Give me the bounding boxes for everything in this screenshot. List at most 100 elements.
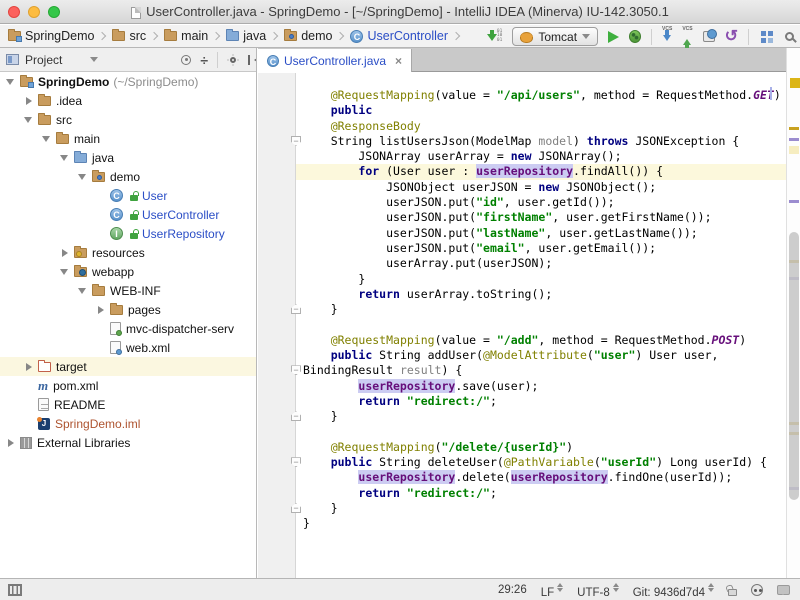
code-line[interactable]: userJSON.put("lastName", user.getLastNam… (303, 226, 781, 241)
breadcrumb-item[interactable]: CUserController (350, 29, 448, 43)
code-line[interactable]: } (303, 302, 781, 317)
tree-row[interactable]: SpringDemo (~/SpringDemo) (0, 72, 256, 91)
error-stripe[interactable] (786, 48, 800, 578)
code-line[interactable]: return "redirect:/"; (303, 394, 781, 409)
code-line[interactable]: BindingResult result) { (303, 363, 781, 378)
unlock-icon[interactable] (728, 589, 737, 596)
expand-arrow-icon[interactable] (26, 97, 36, 105)
code-line[interactable]: } (303, 272, 781, 287)
tool-window-toggle-icon[interactable] (8, 584, 22, 596)
code-line[interactable]: userJSON.put("firstName", user.getFirstN… (303, 210, 781, 225)
expand-arrow-icon[interactable] (78, 174, 86, 184)
gear-icon[interactable] (230, 57, 236, 63)
tree-row[interactable]: web.xml (0, 338, 256, 357)
update-application-icon[interactable]: 01 10 01 (487, 28, 502, 46)
breadcrumb-item[interactable]: src (112, 29, 146, 43)
git-branch-widget[interactable]: Git: 9436d7d4 (633, 580, 714, 599)
expand-arrow-icon[interactable] (6, 79, 14, 89)
code-line[interactable]: String listUsersJson(ModelMap model) thr… (303, 134, 781, 149)
code-line[interactable]: userRepository.delete(userRepository.fin… (303, 470, 781, 485)
tree-row[interactable]: target (0, 357, 256, 376)
breadcrumb-item[interactable]: main (164, 29, 208, 43)
code-line[interactable]: } (303, 409, 781, 424)
tree-row[interactable]: CUser (0, 186, 256, 205)
identifier-mark-icon[interactable] (789, 138, 799, 141)
close-tab-icon[interactable]: × (395, 54, 402, 68)
tree-row[interactable]: mvc-dispatcher-serv (0, 319, 256, 338)
breadcrumb-item[interactable]: demo (284, 29, 332, 43)
project-structure-icon[interactable] (761, 31, 766, 36)
code-line[interactable]: @RequestMapping("/delete/{userId}") (303, 440, 781, 455)
tree-row[interactable]: pages (0, 300, 256, 319)
code-line[interactable]: public String deleteUser(@PathVariable("… (303, 455, 781, 470)
expand-arrow-icon[interactable] (98, 306, 108, 314)
expand-arrow-icon[interactable] (60, 155, 68, 165)
code-line[interactable]: JSONArray userArray = new JSONArray(); (303, 149, 781, 164)
code-line[interactable]: userJSON.put("email", user.getEmail()); (303, 241, 781, 256)
rollback-icon[interactable]: ↺ (725, 29, 738, 45)
expand-arrow-icon[interactable] (78, 288, 86, 298)
tree-row[interactable]: External Libraries (0, 433, 256, 452)
code-line[interactable]: return userArray.toString(); (303, 287, 781, 302)
code-line[interactable] (303, 425, 781, 440)
tree-row[interactable]: mpom.xml (0, 376, 256, 395)
tree-row[interactable]: IUserRepository (0, 224, 256, 243)
project-panel-title[interactable]: Project (25, 53, 62, 67)
tree-row[interactable]: JSpringDemo.iml (0, 414, 256, 433)
identifier-mark-icon[interactable] (789, 200, 799, 203)
tree-row[interactable]: java (0, 148, 256, 167)
vcs-commit-button[interactable]: VCS (682, 27, 692, 46)
scroll-from-source-icon[interactable] (181, 55, 191, 65)
code-line[interactable] (303, 317, 781, 332)
tree-row[interactable]: .idea (0, 91, 256, 110)
line-separator-select[interactable]: LF (541, 580, 563, 599)
hector-inspector-icon[interactable] (751, 584, 763, 596)
code-line[interactable]: @RequestMapping(value = "/api/users", me… (303, 88, 781, 103)
code-editor[interactable]: @RequestMapping(value = "/api/users", me… (258, 73, 800, 578)
code-line[interactable]: } (303, 516, 781, 531)
caret-position[interactable]: 29:26 (498, 584, 527, 596)
expand-arrow-icon[interactable] (26, 363, 36, 371)
breadcrumb-item[interactable]: SpringDemo (8, 29, 94, 43)
scrollbar-thumb[interactable] (789, 232, 799, 500)
expand-arrow-icon[interactable] (24, 117, 32, 127)
code-line[interactable]: userJSON.put("id", user.getId()); (303, 195, 781, 210)
vcs-update-button[interactable]: VCS (662, 27, 672, 46)
breadcrumb-item[interactable]: java (226, 29, 266, 43)
run-button[interactable] (608, 31, 619, 43)
changes-clock-icon[interactable] (703, 31, 715, 42)
tree-row[interactable]: webapp (0, 262, 256, 281)
code-line[interactable]: @RequestMapping(value = "/add", method =… (303, 333, 781, 348)
expand-arrow-icon[interactable] (60, 269, 68, 279)
tab-usercontroller[interactable]: C UserController.java × (258, 49, 412, 72)
warning-mark-icon[interactable] (789, 127, 799, 130)
chevron-down-icon[interactable] (90, 57, 98, 66)
code-line[interactable]: return "redirect:/"; (303, 486, 781, 501)
tree-row[interactable]: main (0, 129, 256, 148)
collapse-all-icon[interactable]: ÷ (200, 54, 208, 66)
tree-row[interactable]: CUserController (0, 205, 256, 224)
event-log-icon[interactable] (777, 585, 790, 595)
expand-arrow-icon[interactable] (62, 249, 72, 257)
editor-gutter[interactable] (258, 73, 296, 578)
code-line[interactable]: @ResponseBody (303, 119, 781, 134)
encoding-select[interactable]: UTF-8 (577, 580, 619, 599)
tree-row[interactable]: README (0, 395, 256, 414)
code-line[interactable]: public (303, 103, 781, 118)
debug-button[interactable] (629, 30, 641, 43)
code-line[interactable]: JSONObject userJSON = new JSONObject(); (303, 180, 781, 195)
tree-row[interactable]: resources (0, 243, 256, 262)
code-line[interactable]: userArray.put(userJSON); (303, 256, 781, 271)
code-line[interactable]: public String addUser(@ModelAttribute("u… (303, 348, 781, 363)
code-line[interactable]: for (User user : userRepository.findAll(… (303, 164, 781, 179)
expand-arrow-icon[interactable] (8, 439, 18, 447)
code-line[interactable]: userRepository.save(user); (303, 379, 781, 394)
search-icon[interactable] (785, 32, 794, 41)
expand-arrow-icon[interactable] (42, 136, 50, 146)
tree-row[interactable]: src (0, 110, 256, 129)
tree-row[interactable]: WEB-INF (0, 281, 256, 300)
code-line[interactable]: } (303, 501, 781, 516)
inspection-status-icon[interactable] (790, 78, 800, 88)
tree-row[interactable]: demo (0, 167, 256, 186)
hide-panel-icon[interactable] (248, 55, 250, 65)
